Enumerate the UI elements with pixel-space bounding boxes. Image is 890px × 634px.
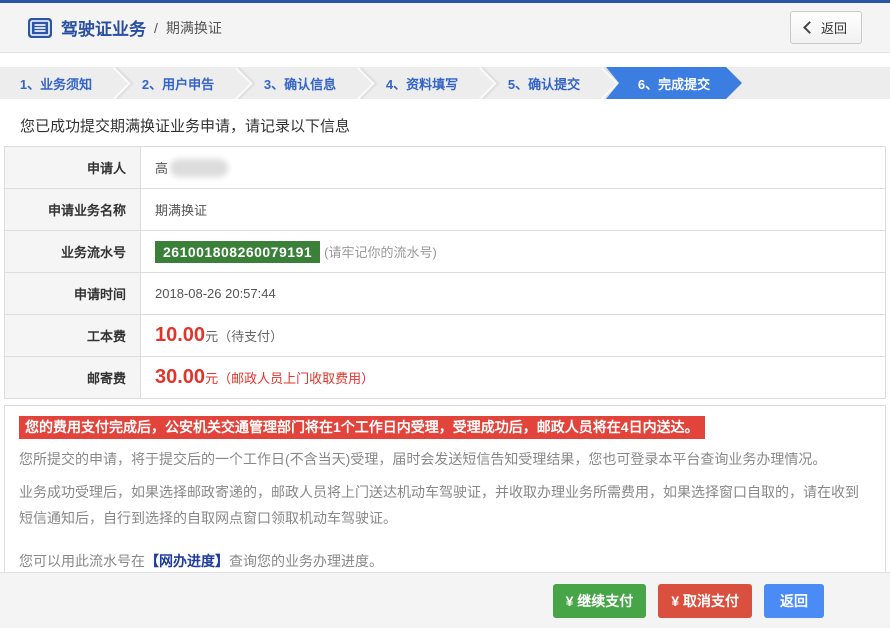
table-row-serial-number: 业务流水号 261001808260079191 (请牢记你的流水号) (5, 231, 885, 273)
continue-pay-button[interactable]: ¥ 继续支付 (553, 584, 647, 618)
notice-box: 您的费用支付完成后，公安机关交通管理部门将在1个工作日内受理，受理成功后，邮政人… (4, 405, 886, 586)
redacted-name-blur (170, 159, 228, 177)
table-row-apply-time: 申请时间 2018-08-26 20:57:44 (5, 273, 885, 315)
progress-hint-prefix: 您可以用此流水号在 (19, 553, 145, 569)
action-footer: ¥ 继续支付 ¥ 取消支付 返回 (0, 572, 890, 628)
row-label: 邮寄费 (5, 357, 141, 398)
serial-number-badge: 261001808260079191 (155, 241, 320, 263)
list-icon (28, 18, 52, 38)
table-row-service-name: 申请业务名称 期满换证 (5, 189, 885, 231)
fee-unit: 元 (205, 368, 218, 387)
fee-note: （邮政人员上门收取费用） (218, 368, 374, 387)
table-row-applicant: 申请人 高 (5, 147, 885, 189)
row-label: 业务流水号 (5, 231, 141, 272)
step-separator-icon (234, 67, 244, 99)
row-value: 高 (141, 147, 885, 188)
step-1: 1、业务须知 (0, 67, 112, 99)
progress-link-label: 【网办进度】 (145, 553, 229, 569)
row-label: 工本费 (5, 315, 141, 356)
row-label: 申请业务名称 (5, 189, 141, 230)
back-button-top[interactable]: 返回 (790, 11, 862, 44)
step-separator-icon (356, 67, 366, 99)
fee-amount: 10.00 (155, 324, 205, 347)
notice-paragraph-1: 您所提交的申请，将于提交后的一个工作日(不含当天)受理，届时会发送短信告知受理结… (19, 446, 871, 472)
row-value: 10.00 元 （待支付） (141, 315, 885, 356)
notice-paragraph-2: 业务成功受理后，如果选择邮政寄递的，邮政人员将上门送达机动车驾驶证，并收取办理业… (19, 479, 871, 531)
step-6-active: 6、完成提交 (606, 67, 742, 99)
table-row-postage-fee: 邮寄费 30.00 元 （邮政人员上门收取费用） (5, 357, 885, 398)
alert-banner: 您的费用支付完成后，公安机关交通管理部门将在1个工作日内受理，受理成功后，邮政人… (19, 416, 705, 439)
back-button-label: 返回 (821, 18, 847, 37)
chevron-left-icon (803, 21, 816, 34)
success-message: 您已成功提交期满换证业务申请，请记录以下信息 (20, 115, 870, 136)
breadcrumb-current: 期满换证 (166, 18, 222, 38)
step-3: 3、确认信息 (244, 67, 356, 99)
step-5: 5、确认提交 (488, 67, 600, 99)
step-progress-bar: 1、业务须知 2、用户申告 3、确认信息 4、资料填写 5、确认提交 6、完成提… (0, 67, 890, 99)
fee-note: （待支付） (218, 326, 283, 345)
step-separator-icon (600, 67, 610, 99)
progress-hint-suffix: 查询您的业务办理进度。 (229, 553, 383, 569)
cancel-pay-button[interactable]: ¥ 取消支付 (658, 584, 752, 618)
breadcrumb-separator: / (154, 20, 158, 36)
row-value: 261001808260079191 (请牢记你的流水号) (141, 231, 885, 272)
fee-unit: 元 (205, 326, 218, 345)
applicant-name: 高 (155, 158, 168, 177)
row-value: 2018-08-26 20:57:44 (141, 273, 885, 314)
row-value: 期满换证 (141, 189, 885, 230)
progress-hint: 您可以用此流水号在【网办进度】查询您的业务办理进度。 (19, 551, 871, 571)
application-info-table: 申请人 高 申请业务名称 期满换证 业务流水号 2610018082600791… (4, 146, 886, 399)
row-label: 申请人 (5, 147, 141, 188)
step-2: 2、用户申告 (122, 67, 234, 99)
step-separator-icon (478, 67, 488, 99)
row-value: 30.00 元 （邮政人员上门收取费用） (141, 357, 885, 398)
step-separator-icon (112, 67, 122, 99)
step-4: 4、资料填写 (366, 67, 478, 99)
fee-amount: 30.00 (155, 366, 205, 389)
back-button-bottom[interactable]: 返回 (764, 584, 824, 618)
serial-number-note: (请牢记你的流水号) (324, 242, 437, 261)
page-title: 驾驶证业务 (61, 15, 146, 40)
row-label: 申请时间 (5, 273, 141, 314)
table-row-production-fee: 工本费 10.00 元 （待支付） (5, 315, 885, 357)
page-header: 驾驶证业务 / 期满换证 返回 (0, 3, 890, 53)
